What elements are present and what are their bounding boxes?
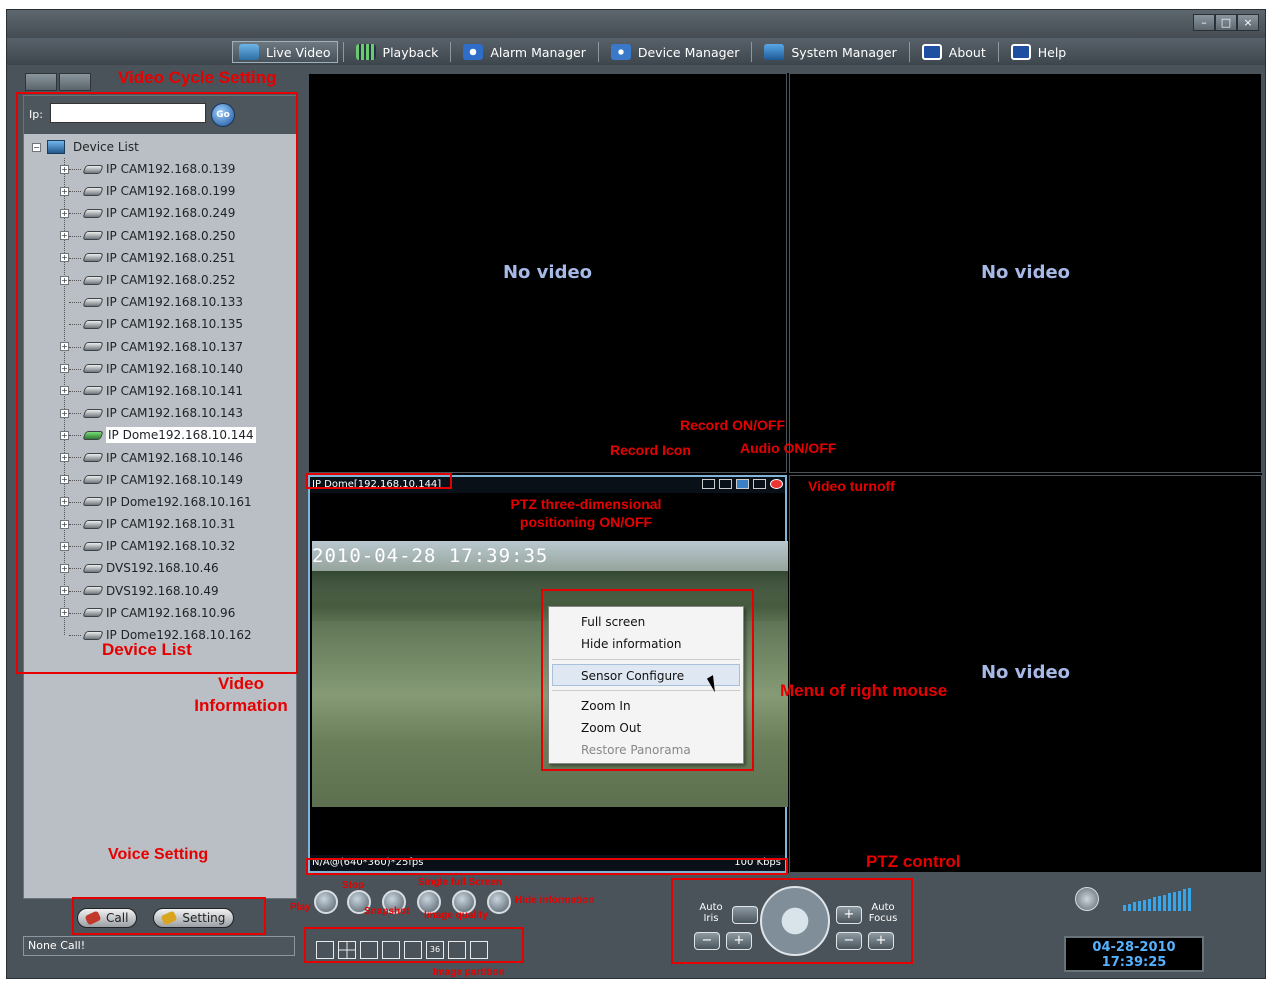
volume-bar [1153, 897, 1156, 911]
device-manager-icon [610, 44, 631, 60]
no-video-label: No video [502, 262, 593, 283]
clock-date: 04-28-2010 [1092, 940, 1176, 955]
menu-system-manager[interactable]: System Manager [757, 41, 903, 63]
menu-label: Help [1037, 44, 1067, 60]
menu-label: Playback [382, 44, 439, 60]
video-cycle-stop-button[interactable] [59, 73, 91, 91]
menu-label: Device Manager [637, 44, 740, 60]
video-pane-2[interactable]: No video [789, 73, 1262, 473]
ptz-3d-icon[interactable] [702, 479, 715, 489]
menu-device-manager[interactable]: Device Manager [604, 41, 747, 63]
volume-bars[interactable] [1123, 887, 1193, 911]
volume-bar [1148, 898, 1151, 911]
video-cycle-buttons [25, 73, 93, 91]
alarm-manager-icon [463, 44, 484, 60]
menu-playback[interactable]: Playback [349, 41, 446, 63]
video-pane-4[interactable]: No video [789, 475, 1262, 873]
no-video-label: No video [980, 262, 1071, 283]
minimize-button[interactable]: – [1193, 14, 1215, 31]
annotation-hide-info: Hide information [515, 895, 595, 906]
menu-live-video[interactable]: Live Video [232, 41, 338, 63]
annotation-play: Play [290, 902, 311, 913]
hide-information-button[interactable] [487, 890, 511, 914]
title-bar: – □ × [7, 10, 1265, 38]
maximize-button[interactable]: □ [1215, 14, 1237, 31]
volume-bar [1143, 899, 1146, 911]
video-pane-1[interactable]: No video [308, 73, 787, 473]
device-list-box [16, 92, 298, 674]
main-menu-bar: Live Video Playback Alarm Manager Device Ma… [7, 38, 1265, 65]
volume-bar [1163, 894, 1166, 911]
video-timestamp: 2010-04-28 17:39:35 [312, 545, 549, 567]
annotation-record-onoff: Record ON/OFF [680, 417, 786, 433]
menu-label: System Manager [791, 44, 897, 60]
volume-bar [1123, 905, 1126, 911]
volume-control [1075, 887, 1191, 911]
video-info-box [306, 858, 788, 875]
system-manager-icon [764, 44, 785, 60]
ptz-control-box [671, 878, 913, 964]
menu-about[interactable]: About [915, 41, 993, 63]
annotation-video-cycle: Video Cycle Setting [118, 68, 277, 87]
annotation-voice-setting: Voice Setting [108, 846, 209, 863]
volume-bar [1138, 901, 1141, 911]
video-cycle-start-button[interactable] [25, 73, 57, 91]
live-video-icon [239, 44, 259, 60]
menu-label: About [948, 44, 986, 60]
annotation-menu-right: Menu of right mouse [780, 681, 948, 700]
annotation-audio-onoff: Audio ON/OFF [740, 440, 837, 456]
help-icon [1010, 44, 1031, 60]
volume-bar [1178, 890, 1181, 911]
volume-bar [1133, 902, 1136, 911]
annotation-record-icon: Record Icon [610, 442, 691, 458]
play-button[interactable] [314, 890, 338, 914]
volume-bar [1188, 888, 1191, 911]
annotation-stop: Stop [342, 880, 365, 891]
voice-setting-box [72, 897, 266, 935]
close-button[interactable]: × [1237, 14, 1259, 31]
playback-icon [355, 44, 376, 60]
video-pane-icons [698, 479, 783, 489]
no-video-label: No video [980, 662, 1071, 683]
volume-bar [1168, 893, 1171, 911]
annotation-ptz-3d: PTZ three-dimensional positioning ON/OFF [510, 496, 662, 530]
clock-time: 17:39:25 [1101, 955, 1167, 970]
about-icon [921, 44, 942, 60]
menu-help[interactable]: Help [1004, 41, 1074, 63]
record-toggle-icon[interactable] [736, 479, 749, 489]
volume-bar [1183, 889, 1186, 911]
volume-bar [1128, 903, 1131, 911]
volume-bar [1173, 892, 1176, 911]
annotation-snapshot: Snapshot [364, 906, 410, 917]
annotation-image-partition: Image partition [433, 967, 505, 978]
menu-alarm-manager[interactable]: Alarm Manager [456, 41, 593, 63]
speaker-icon[interactable] [1075, 887, 1099, 911]
annotation-ptz-control: PTZ control [866, 852, 961, 871]
record-icon[interactable] [719, 479, 732, 489]
menu-label: Alarm Manager [490, 44, 586, 60]
annotation-image-quality: Image quality [424, 910, 488, 921]
annotation-single-full: Single full Screen [418, 877, 502, 888]
context-menu-box [541, 589, 754, 771]
annotation-video-info: Video Information [194, 674, 288, 715]
clock-display: 04-28-2010 17:39:25 [1064, 936, 1204, 972]
image-partition-box [304, 927, 524, 963]
video-close-icon[interactable] [770, 479, 783, 489]
volume-bar [1158, 895, 1161, 911]
call-status: None Call! [23, 936, 295, 956]
menu-label: Live Video [266, 44, 331, 60]
video-title-box [306, 473, 452, 489]
annotation-device-list: Device List [102, 640, 192, 659]
annotation-video-turnoff: Video turnoff [808, 478, 895, 494]
audio-icon[interactable] [753, 479, 766, 489]
